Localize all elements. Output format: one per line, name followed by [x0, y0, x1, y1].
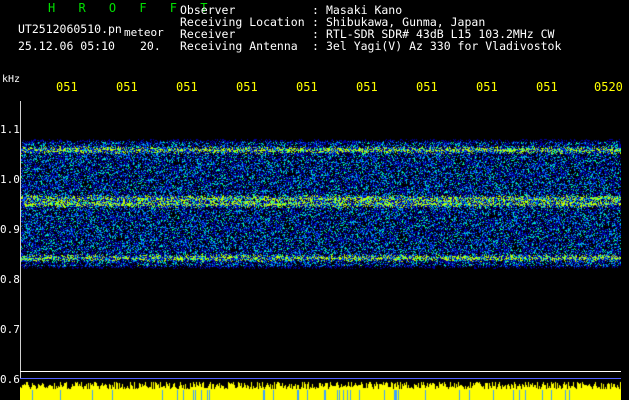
- level-value: 20.: [140, 39, 161, 53]
- y-tick-label: 1.1: [0, 123, 20, 136]
- x-tick-label: 051: [356, 80, 378, 94]
- y-tick-label: 0.6: [0, 373, 20, 386]
- meta-value: 3el Yagi(V) Az 330 for Vladivostok: [326, 39, 562, 53]
- meta-label: Receiving Antenna: [180, 39, 298, 53]
- x-tick-label: 051: [56, 80, 78, 94]
- y-axis-line: [20, 101, 21, 391]
- x-tick-label: 051: [236, 80, 258, 94]
- meta-antenna: Receiving Antenna:3el Yagi(V) Az 330 for…: [180, 39, 562, 53]
- spectrogram: [20, 101, 621, 381]
- file-name: UT2512060510.pn: [18, 22, 122, 36]
- y-tick-label: 0.9: [0, 223, 20, 236]
- mode-label: meteor: [124, 26, 164, 39]
- x-tick-label: 051: [536, 80, 558, 94]
- signal-level-bar: [20, 379, 621, 400]
- x-tick-label: 051: [416, 80, 438, 94]
- x-tick-label: 051: [176, 80, 198, 94]
- date-time: 25.12.06 05:10: [18, 39, 115, 53]
- y-tick-label: 0.7: [0, 323, 20, 336]
- x-tick-label: 051: [116, 80, 138, 94]
- y-axis-unit: kHz: [2, 74, 21, 85]
- x-tick-label: 051: [476, 80, 498, 94]
- x-tick-label: 051: [296, 80, 318, 94]
- y-tick-label: 1.0: [0, 173, 20, 186]
- y-tick-label: 0.8: [0, 273, 20, 286]
- x-tick-label: 0520: [594, 80, 623, 94]
- baseline: [20, 371, 621, 372]
